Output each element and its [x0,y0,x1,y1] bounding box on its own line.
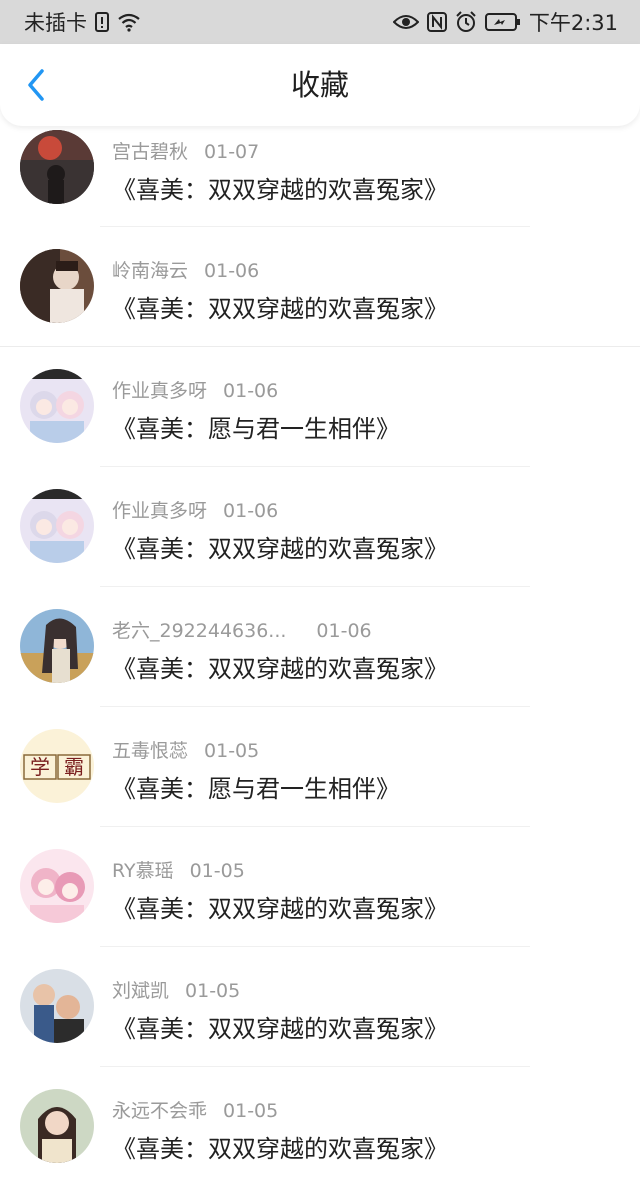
avatar [20,489,94,563]
list-item[interactable]: 老六_292244636... 01-06 《喜美：双双穿越的欢喜冤家》 [0,587,640,707]
user-name: 作业真多呀 [112,500,208,522]
carrier-label: 未插卡 [24,11,87,35]
favorite-title: 《喜美：愿与君一生相伴》 [112,415,400,443]
list-item[interactable]: RY慕瑶 01-05 《喜美：双双穿越的欢喜冤家》 [0,827,640,947]
favorite-title: 《喜美：双双穿越的欢喜冤家》 [112,1015,448,1043]
back-button[interactable] [14,60,58,110]
page-title: 收藏 [290,68,349,102]
post-date: 01-06 [223,500,279,522]
favorite-title: 《喜美：双双穿越的欢喜冤家》 [112,176,448,204]
list-item[interactable]: 刘斌凯 01-05 《喜美：双双穿越的欢喜冤家》 [0,947,640,1067]
battery-icon [484,12,521,32]
list-item[interactable]: 学 霸 五毒恨蕊 01-05 《喜美：愿与君一生相伴》 [0,707,640,827]
favorite-title: 《喜美：双双穿越的欢喜冤家》 [112,535,448,563]
avatar: 学 霸 [20,729,94,803]
svg-text:霸: 霸 [64,755,84,779]
post-date: 01-05 [189,860,245,882]
favorite-title: 《喜美：双双穿越的欢喜冤家》 [112,295,448,323]
avatar [20,969,94,1043]
favorite-title: 《喜美：愿与君一生相伴》 [112,775,400,803]
sim-alert-icon [95,12,109,32]
status-bar: 未插卡 下午2:31 [0,0,640,44]
status-time: 下午2:31 [528,11,618,35]
post-date: 01-06 [223,380,279,402]
eye-icon [392,13,419,31]
avatar [20,369,94,443]
post-date: 01-06 [204,260,260,282]
user-name: 作业真多呀 [112,380,208,402]
post-date: 01-05 [185,980,241,1002]
avatar [20,130,94,204]
post-date: 01-05 [204,740,260,762]
post-date: 01-05 [223,1100,279,1122]
nfc-icon [426,12,447,32]
avatar [20,1089,94,1163]
user-name: 五毒恨蕊 [112,740,189,762]
post-date: 01-06 [316,620,372,642]
list-item[interactable]: 作业真多呀 01-06 《喜美：双双穿越的欢喜冤家》 [0,467,640,587]
nav-bar: 收藏 [0,44,640,126]
post-date: 01-07 [204,141,260,163]
user-name: 岭南海云 [112,260,189,282]
user-name: 刘斌凯 [112,980,170,1002]
svg-text:学: 学 [30,755,50,779]
alarm-icon [455,11,477,33]
list-item[interactable]: 永远不会乖 01-05 《喜美：双双穿越的欢喜冤家》 [0,1067,640,1187]
list-item[interactable]: 宫古碧秋 01-07 《喜美：双双穿越的欢喜冤家》 [0,120,640,227]
favorite-title: 《喜美：双双穿越的欢喜冤家》 [112,895,448,923]
user-name: 永远不会乖 [112,1100,208,1122]
wifi-icon [117,12,141,32]
avatar [20,609,94,683]
list-item[interactable]: 作业真多呀 01-06 《喜美：愿与君一生相伴》 [0,347,640,467]
favorite-title: 《喜美：双双穿越的欢喜冤家》 [112,655,448,683]
user-name: 老六_292244636... [112,620,287,642]
user-name: RY慕瑶 [112,860,174,882]
favorite-title: 《喜美：双双穿越的欢喜冤家》 [112,1135,448,1163]
user-name: 宫古碧秋 [112,141,189,163]
avatar [20,849,94,923]
favorites-list: 宫古碧秋 01-07 《喜美：双双穿越的欢喜冤家》 岭南海云 01-06 《喜美：双… [0,120,640,1187]
list-item[interactable]: 岭南海云 01-06 《喜美：双双穿越的欢喜冤家》 [0,227,640,347]
avatar [20,249,94,323]
avatar-image: 学 霸 [23,754,91,780]
chevron-left-icon [28,69,44,101]
